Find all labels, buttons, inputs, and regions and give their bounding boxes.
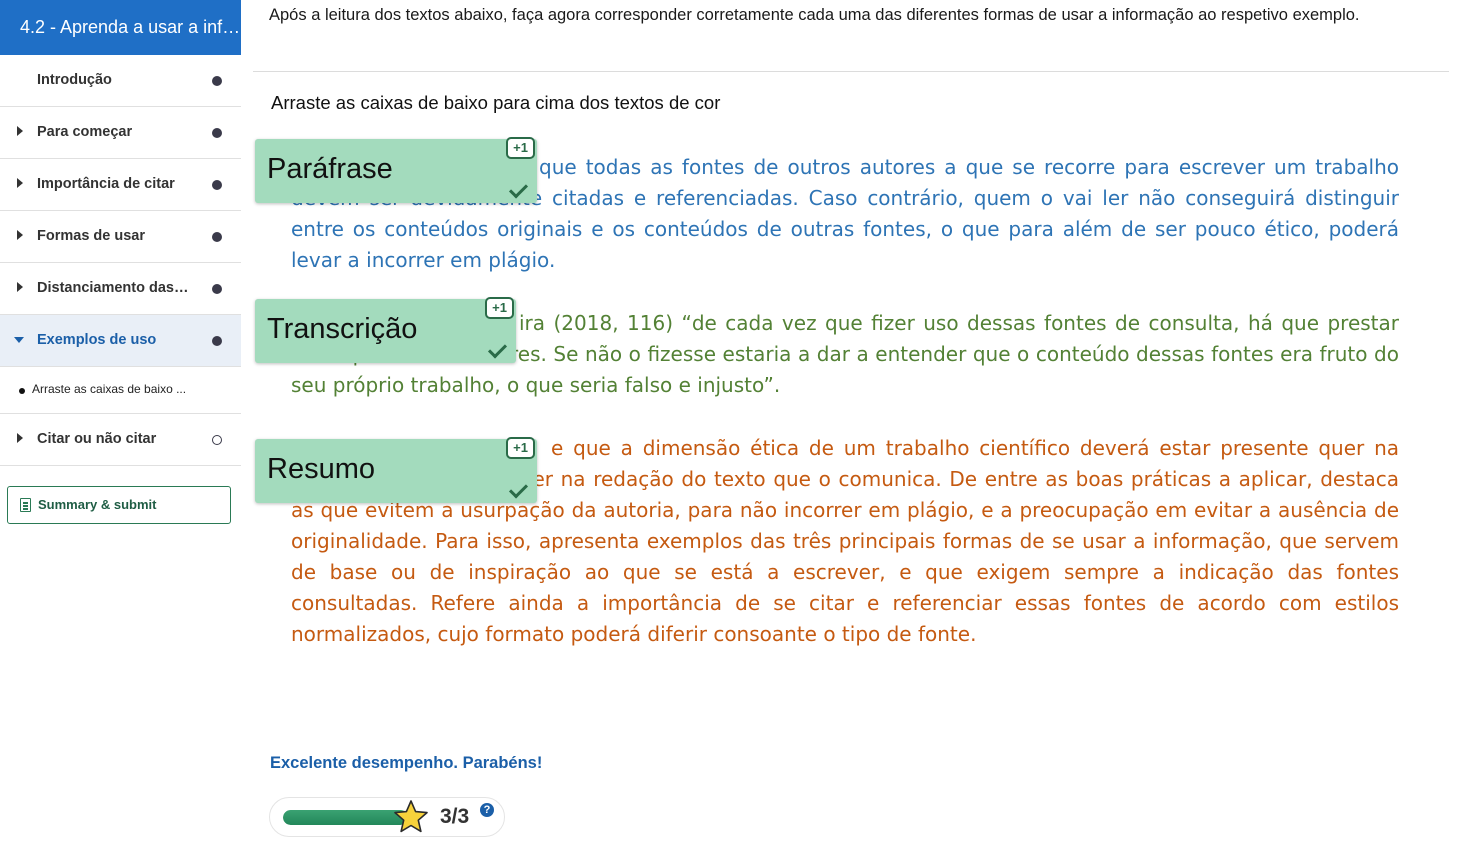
sidebar-item-para-comecar[interactable]: Para começar [0, 107, 241, 159]
completed-dot-icon [212, 232, 222, 242]
chip-label: Resumo [267, 453, 375, 485]
caret-right-icon [17, 178, 23, 188]
summary-submit-label: Summary & submit [38, 497, 157, 512]
caret-down-icon [14, 337, 24, 343]
completed-dot-icon [212, 128, 222, 138]
sidebar-item-label: Introdução [37, 72, 112, 88]
draggable-chip-resumo[interactable]: Resumo +1 [255, 437, 537, 503]
sidebar-item-distanciamento[interactable]: Distanciamento das fontes [0, 263, 241, 315]
sidebar-item-formas-de-usar[interactable]: Formas de usar [0, 211, 241, 263]
sidebar-item-label: Importância de citar [37, 176, 175, 192]
completed-dot-icon [212, 180, 222, 190]
check-icon [508, 179, 529, 199]
sidebar-item-introducao[interactable]: Introdução [0, 55, 241, 107]
score-badge: +1 [485, 297, 514, 319]
sidebar-item-label: Para começar [37, 124, 133, 140]
sidebar-subitem-label: Arraste as caixas de baixo ... [32, 382, 187, 396]
instructions-text: Após a leitura dos textos abaixo, faça a… [269, 6, 1360, 24]
sidebar-item-citar-ou-nao-citar[interactable]: Citar ou não citar [0, 414, 241, 466]
score-value: 3/3 [440, 805, 470, 828]
main-content: Após a leitura dos textos abaixo, faça a… [241, 0, 1457, 843]
sidebar-item-label: Formas de usar [37, 228, 145, 244]
score-bar: 3/3 ? [269, 797, 505, 837]
completed-dot-icon [212, 76, 222, 86]
course-title: 4.2 - Aprenda a usar a informação [0, 0, 241, 55]
task-description: Arraste as caixas de baixo para cima dos… [271, 92, 721, 113]
caret-right-icon [17, 126, 23, 136]
empty-circle-icon [212, 435, 222, 445]
star-icon [394, 800, 428, 833]
progress-track [283, 810, 408, 825]
check-icon [508, 479, 529, 499]
sidebar-item-label: Distanciamento das fontes [37, 280, 192, 296]
sidebar-item-label: Exemplos de uso [37, 332, 157, 348]
bullet-icon [19, 388, 25, 394]
caret-right-icon [17, 282, 23, 292]
score-badge: +1 [506, 137, 535, 159]
sidebar-item-label: Citar ou não citar [37, 431, 157, 447]
divider [253, 71, 1449, 72]
sidebar-subitem-arraste[interactable]: Arraste as caixas de baixo ... [0, 367, 241, 414]
feedback-text: Excelente desempenho. Parabéns! [270, 754, 543, 772]
help-icon[interactable]: ? [480, 803, 494, 817]
progress-fill [283, 810, 408, 825]
completed-dot-icon [212, 336, 222, 346]
draggable-chip-parafrase[interactable]: Paráfrase +1 [255, 137, 537, 203]
draggable-chip-transcricao[interactable]: Transcrição +1 [255, 297, 516, 363]
summary-submit-button[interactable]: Summary & submit [7, 486, 231, 524]
caret-right-icon [17, 230, 23, 240]
caret-right-icon [17, 433, 23, 443]
sidebar-item-importancia-de-citar[interactable]: Importância de citar [0, 159, 241, 211]
completed-dot-icon [212, 284, 222, 294]
chip-label: Transcrição [267, 313, 418, 345]
check-icon [487, 339, 508, 359]
sidebar: 4.2 - Aprenda a usar a informação Introd… [0, 0, 242, 843]
score-badge: +1 [506, 437, 535, 459]
document-icon [20, 498, 31, 512]
chip-label: Paráfrase [267, 153, 393, 185]
sidebar-item-exemplos-de-uso[interactable]: Exemplos de uso [0, 315, 241, 367]
